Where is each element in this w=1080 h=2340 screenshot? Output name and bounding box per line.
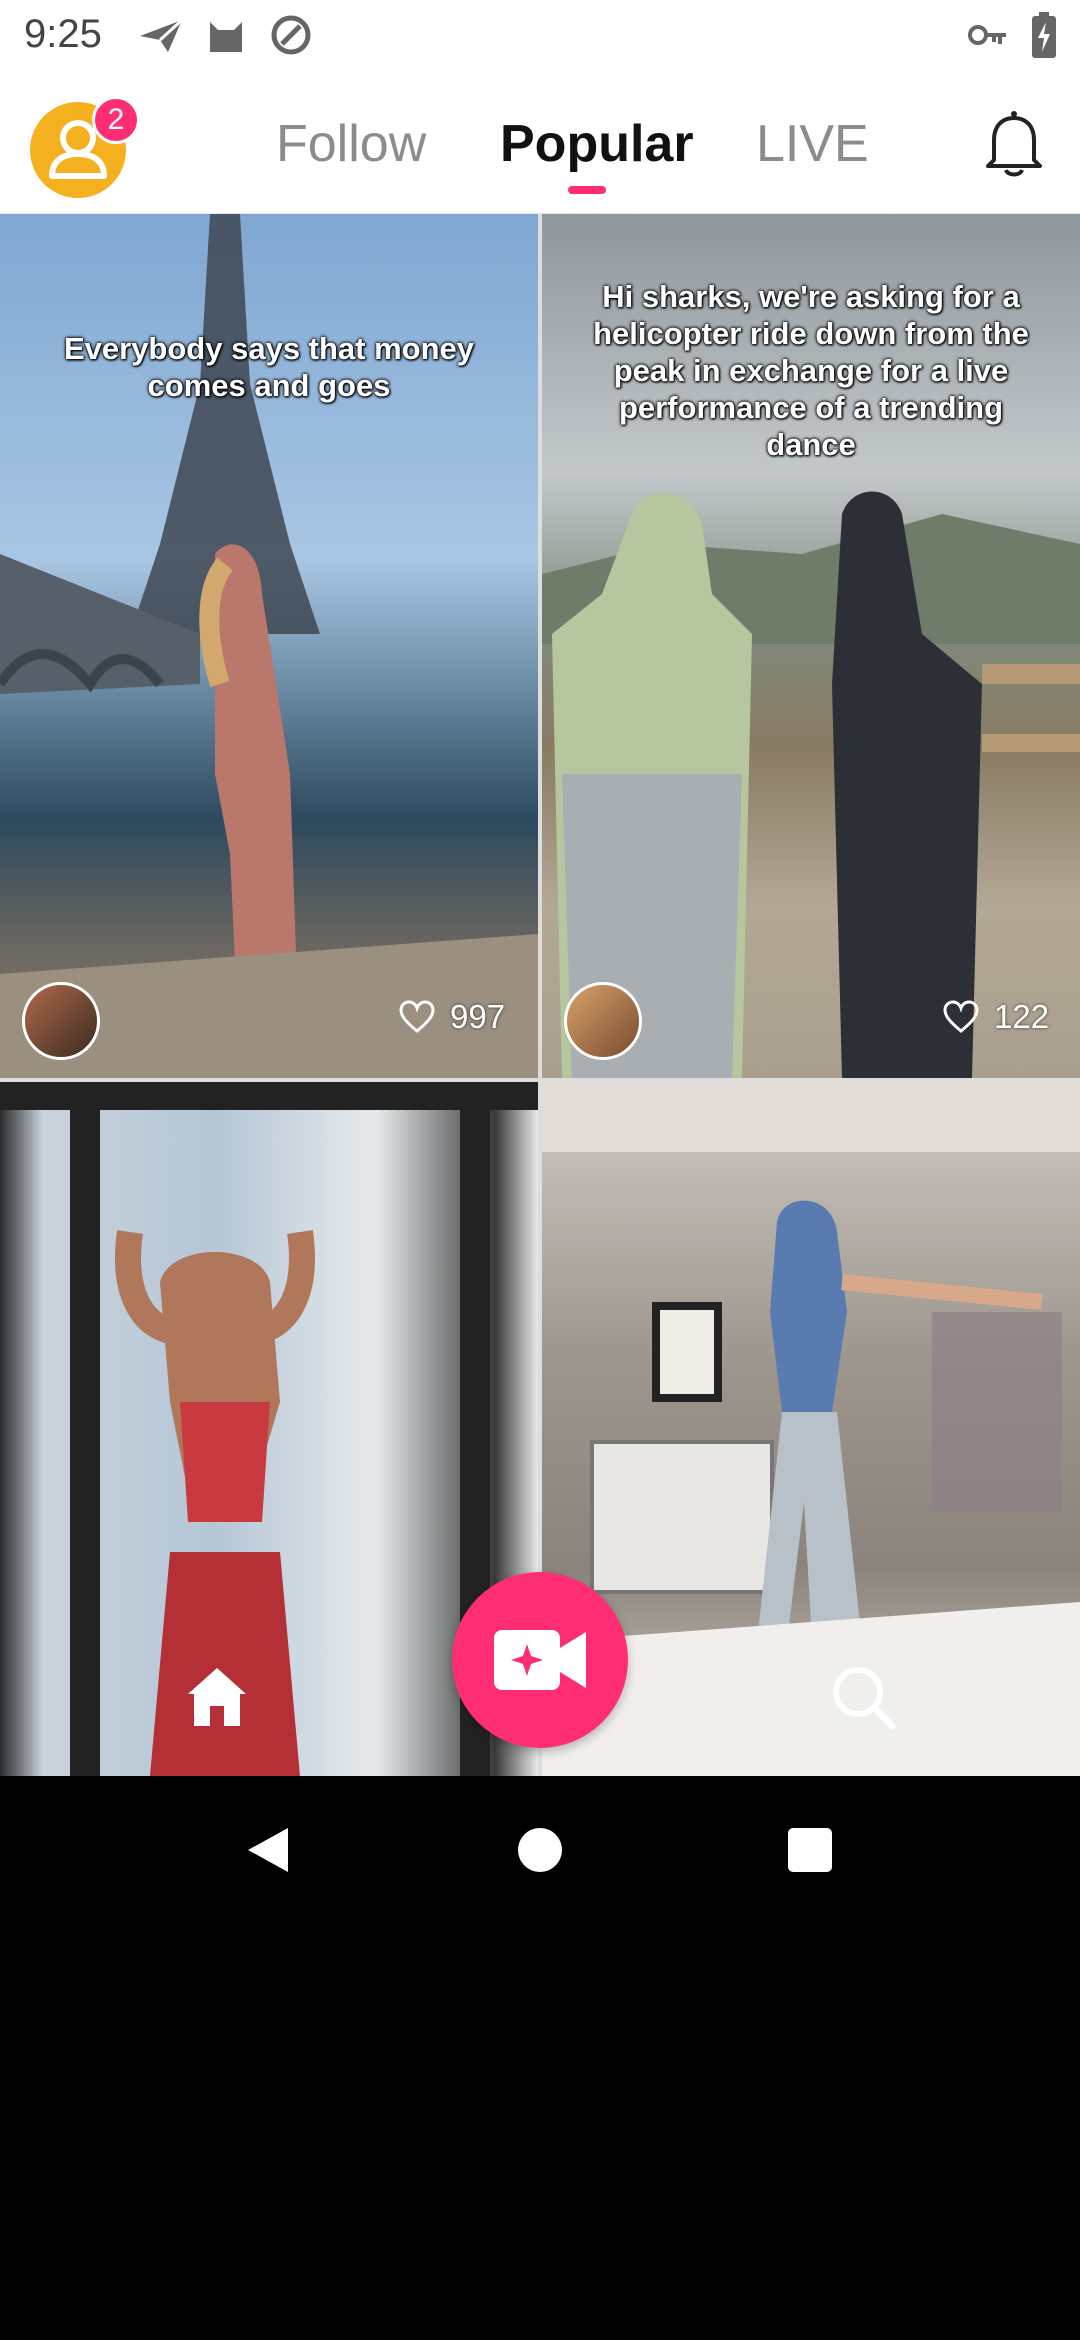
video-feed-grid: Everybody says that money comes and goes… (0, 214, 1080, 1776)
tab-live[interactable]: LIVE (756, 114, 869, 174)
video-card[interactable]: Everybody says that money comes and goes… (0, 214, 538, 1078)
creator-avatar[interactable] (22, 982, 100, 1060)
notification-badge: 2 (92, 96, 140, 144)
cat-icon (210, 22, 242, 52)
profile-avatar-button[interactable]: 2 (30, 96, 140, 198)
record-video-icon (494, 1630, 586, 1690)
status-time: 9:25 (24, 12, 102, 56)
like-count: 997 (398, 998, 505, 1036)
heart-icon (399, 1000, 435, 1033)
home-icon[interactable] (182, 1662, 252, 1732)
status-bar: 9:25 (0, 0, 1080, 72)
like-count-value: 997 (450, 998, 506, 1035)
top-header: 2 Follow Popular LIVE (0, 72, 1080, 214)
key-icon (968, 25, 1006, 45)
record-video-button[interactable] (452, 1572, 628, 1748)
system-navigation-bar (0, 1776, 1080, 2340)
home-circle-icon[interactable] (518, 1828, 562, 1872)
creator-avatar[interactable] (564, 982, 642, 1060)
like-count-value: 122 (994, 998, 1050, 1035)
search-icon[interactable] (826, 1660, 900, 1734)
video-caption: Hi sharks, we're asking for a helicopter… (593, 279, 1029, 462)
like-count: 122 (942, 998, 1049, 1036)
tab-follow[interactable]: Follow (276, 114, 426, 174)
video-card[interactable]: Hi sharks, we're asking for a helicopter… (542, 214, 1080, 1078)
video-caption: Everybody says that money comes and goes (63, 331, 475, 403)
tab-popular[interactable]: Popular (500, 114, 694, 174)
bell-icon[interactable] (982, 108, 1046, 180)
at-sign-icon (271, 15, 311, 55)
active-tab-indicator (568, 186, 606, 194)
send-icon (140, 18, 184, 52)
back-icon[interactable] (244, 1824, 292, 1876)
battery-charging-icon (1032, 12, 1056, 58)
recents-icon[interactable] (788, 1828, 832, 1872)
heart-icon (943, 1000, 979, 1033)
